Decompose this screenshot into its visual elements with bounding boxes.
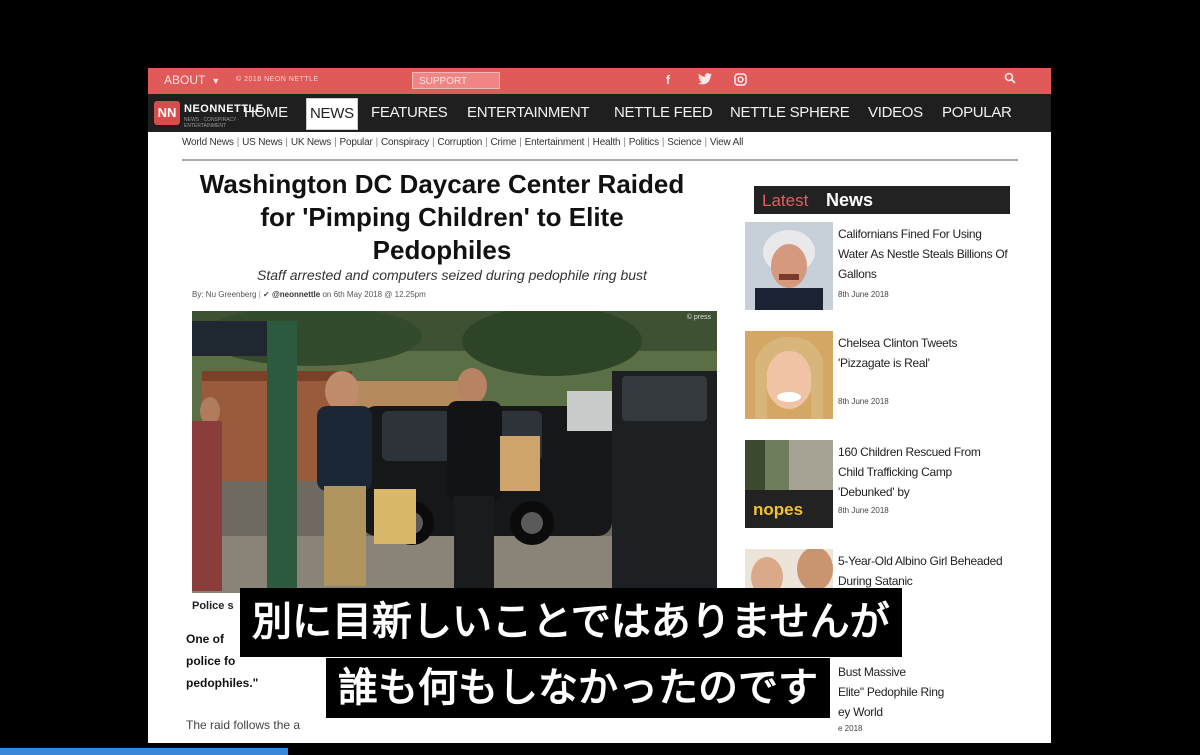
byline-date: on 6th May 2018 @ 12.25pm — [322, 290, 426, 299]
facebook-icon[interactable]: f — [666, 73, 670, 87]
article-byline: By: Nu Greenberg | ✔ @neonnettle on 6th … — [192, 290, 426, 299]
story-title-line: ey World — [838, 705, 883, 719]
about-dropdown[interactable]: ABOUT ▼ — [164, 73, 220, 87]
subnav-uk-news[interactable]: UK News — [291, 137, 331, 148]
byline-by: By: — [192, 290, 204, 299]
subnav-popular[interactable]: Popular — [340, 137, 373, 148]
nav-item-nettle-sphere[interactable]: NETTLE SPHERE — [730, 94, 850, 132]
copyright-text: © 2018 NEON NETTLE — [236, 76, 319, 83]
story-date: 8th June 2018 — [838, 397, 889, 406]
subnav-politics[interactable]: Politics — [629, 137, 659, 148]
news-label: News — [826, 190, 874, 210]
sidebar-story-1[interactable]: Californians Fined For Using Water As Ne… — [745, 222, 1015, 312]
story-thumbnail[interactable] — [745, 331, 833, 419]
story-title[interactable]: 5-Year-Old Albino Girl Beheaded During S… — [838, 551, 1008, 591]
article-body: The raid follows the a — [186, 718, 301, 732]
sidebar-story-3[interactable]: nopes 160 Children Rescued From Child Tr… — [745, 440, 1015, 530]
article-headline: Washington DC Daycare Center Raided for … — [172, 168, 712, 267]
story-title-line: Elite" Pedophile Ring — [838, 685, 945, 699]
story-date: 8th June 2018 — [838, 290, 889, 299]
byline-author[interactable]: Nu Greenberg — [206, 290, 257, 299]
caret-down-icon: ▼ — [211, 76, 221, 86]
photo-scene — [192, 311, 717, 593]
headline-line-2: for 'Pimping Children' to Elite — [260, 202, 624, 232]
main-navigation: NN NEONNETTLE NEWS · CONSPIRACY · ENTERT… — [148, 94, 1051, 132]
photo-credit: © press — [686, 314, 711, 321]
sidebar-story-2[interactable]: Chelsea Clinton Tweets 'Pizzagate is Rea… — [745, 331, 1015, 421]
article-photo: © press — [192, 311, 717, 593]
story-date: 8th June 2018 — [838, 506, 889, 515]
nav-item-home[interactable]: HOME — [244, 94, 288, 132]
latest-news-header: Latest News — [754, 186, 1010, 214]
nav-item-nettle-feed[interactable]: NETTLE FEED — [614, 94, 713, 132]
byline-handle[interactable]: @neonnettle — [272, 290, 320, 299]
search-icon[interactable] — [1004, 72, 1016, 87]
top-utility-bar: ABOUT ▼ © 2018 NEON NETTLE SUPPORT f — [148, 68, 1051, 94]
story-title[interactable]: Chelsea Clinton Tweets 'Pizzagate is Rea… — [838, 333, 1008, 373]
about-label: ABOUT — [164, 73, 206, 87]
story-thumbnail[interactable] — [745, 222, 833, 310]
subnav-view-all[interactable]: View All — [710, 137, 743, 148]
nav-item-videos[interactable]: VIDEOS — [868, 94, 923, 132]
instagram-icon[interactable] — [734, 73, 747, 89]
story-title[interactable]: Bust Massive Elite" Pedophile Ring ey Wo… — [838, 662, 1008, 722]
subnav-crime[interactable]: Crime — [491, 137, 517, 148]
subnav-health[interactable]: Health — [593, 137, 621, 148]
latest-label: Latest — [762, 191, 809, 210]
subnav-corruption[interactable]: Corruption — [437, 137, 482, 148]
nav-item-features[interactable]: FEATURES — [371, 94, 448, 132]
subtitle-line-1: 別に目新しいことではありませんが — [240, 588, 902, 657]
twitter-icon: ✔ — [263, 290, 270, 299]
headline-line-1: Washington DC Daycare Center Raided — [199, 169, 685, 199]
video-progress-bar[interactable] — [0, 748, 288, 755]
subnav-divider — [182, 159, 1018, 161]
nav-item-entertainment[interactable]: ENTERTAINMENT — [467, 94, 590, 132]
subnav-world-news[interactable]: World News — [182, 137, 234, 148]
story-date: e 2018 — [838, 724, 863, 733]
story-title-line: Bust Massive — [838, 665, 906, 679]
story-thumbnail[interactable]: nopes — [745, 440, 833, 528]
headline-line-3: Pedophiles — [372, 235, 512, 265]
thumbnail-logo-text: nopes — [753, 500, 804, 519]
article-standfirst: Staff arrested and computers seized duri… — [257, 267, 647, 283]
site-logo[interactable]: NN NEONNETTLE NEWS · CONSPIRACY · ENTERT… — [154, 101, 263, 129]
subnav-us-news[interactable]: US News — [242, 137, 282, 148]
nav-item-news[interactable]: NEWS — [306, 98, 358, 130]
logo-mark: NN — [154, 101, 180, 125]
nav-item-popular[interactable]: POPULAR — [942, 94, 1012, 132]
category-subnav: World News | US News | UK News | Popular | Consp… — [182, 137, 744, 148]
twitter-icon[interactable] — [698, 73, 712, 88]
subnav-science[interactable]: Science — [667, 137, 701, 148]
story-title[interactable]: 160 Children Rescued From Child Traffick… — [838, 442, 1008, 502]
subnav-entertainment[interactable]: Entertainment — [525, 137, 585, 148]
subtitle-line-2: 誰も何もしなかったのです — [326, 658, 830, 718]
subnav-conspiracy[interactable]: Conspiracy — [381, 137, 429, 148]
story-title[interactable]: Californians Fined For Using Water As Ne… — [838, 224, 1008, 284]
support-button[interactable]: SUPPORT — [412, 72, 500, 89]
